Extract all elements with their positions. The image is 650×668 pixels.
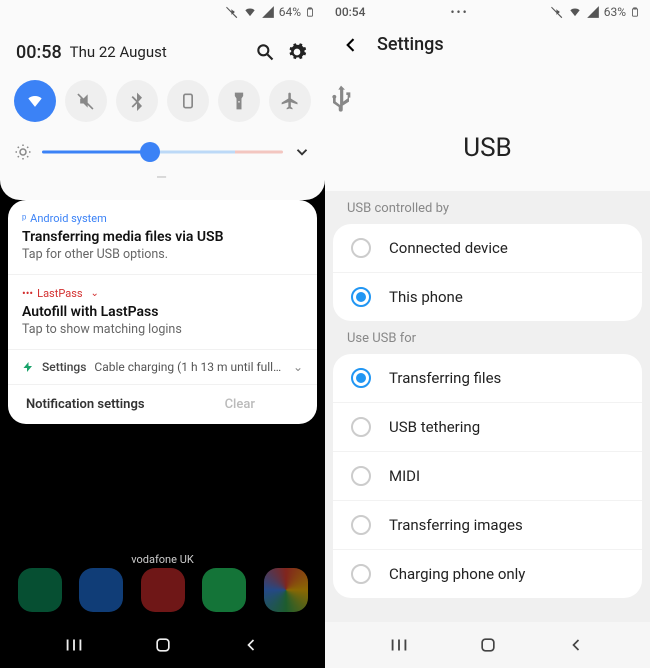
signal-icon <box>586 5 600 19</box>
notification-item[interactable]: ••• LastPass ⌄ Autofill with LastPass Ta… <box>8 275 317 350</box>
page-title: Settings <box>377 34 444 55</box>
carrier-label: vodafone UK <box>0 553 325 566</box>
radio-icon <box>351 417 371 437</box>
dock-app-camera[interactable] <box>141 568 185 612</box>
toggle-flashlight[interactable] <box>218 80 260 122</box>
notification-card: ᵖ Android system Transferring media file… <box>8 200 317 424</box>
mute-icon <box>225 5 239 19</box>
navbar-right <box>325 622 650 668</box>
notif-app-label: ••• LastPass ⌄ <box>22 287 303 300</box>
options-card-controlled-by: Connected device This phone <box>333 224 642 321</box>
option-usb-tethering[interactable]: USB tethering <box>333 403 642 452</box>
phone-right: 00:54 ••• 63% Settings USB USB controlle… <box>325 0 650 668</box>
shade-header: 00:58 Thu 22 August <box>14 32 311 76</box>
toggle-mute[interactable] <box>65 80 107 122</box>
option-this-phone[interactable]: This phone <box>333 273 642 321</box>
radio-icon <box>351 287 371 307</box>
status-time: 00:54 <box>335 5 365 19</box>
clear-button[interactable]: Clear <box>163 385 318 424</box>
bolt-icon <box>22 361 34 373</box>
radio-icon <box>351 466 371 486</box>
radio-icon <box>351 368 371 388</box>
options-card-use-usb-for: Transferring files USB tethering MIDI Tr… <box>333 354 642 598</box>
nav-home[interactable] <box>474 631 502 659</box>
radio-icon <box>351 515 371 535</box>
chevron-down-icon[interactable]: ⌄ <box>293 360 303 374</box>
chevron-down-icon[interactable]: ⌄ <box>91 288 99 299</box>
notification-item[interactable]: ᵖ Android system Transferring media file… <box>8 200 317 275</box>
shade-time: 00:58 <box>16 42 62 63</box>
notification-shade: 00:58 Thu 22 August <box>0 24 325 200</box>
notif-body: Tap for other USB options. <box>22 247 303 262</box>
toggle-rotation-lock[interactable] <box>167 80 209 122</box>
shade-date: Thu 22 August <box>70 43 167 61</box>
phone-left: 64% 00:58 Thu 22 August <box>0 0 325 668</box>
toggle-wifi[interactable] <box>14 80 56 122</box>
toggle-airplane[interactable] <box>269 80 311 122</box>
brightness-icon <box>14 143 32 161</box>
nav-back[interactable] <box>562 631 590 659</box>
usb-label: USB <box>325 133 650 163</box>
search-icon[interactable] <box>253 40 277 64</box>
card-footer: Notification settings Clear <box>8 384 317 424</box>
usb-icon <box>325 83 650 115</box>
notif-body: Cable charging (1 h 13 m until fully c… <box>94 360 285 374</box>
notif-title: Autofill with LastPass <box>22 304 303 320</box>
toggle-bluetooth[interactable] <box>116 80 158 122</box>
radio-icon <box>351 564 371 584</box>
android-icon: ᵖ <box>22 212 26 225</box>
radio-icon <box>351 238 371 258</box>
option-transferring-images[interactable]: Transferring images <box>333 501 642 550</box>
notification-settings-button[interactable]: Notification settings <box>8 385 163 424</box>
lastpass-icon: ••• <box>22 287 33 300</box>
battery-icon <box>630 5 640 19</box>
wifi-icon <box>568 5 582 19</box>
notif-app-label: ᵖ Android system <box>22 212 303 225</box>
app-dock <box>0 568 325 612</box>
battery-percent: 63% <box>604 5 626 19</box>
wifi-icon <box>243 5 257 19</box>
battery-icon <box>305 5 315 19</box>
dock-app-messages[interactable] <box>79 568 123 612</box>
status-dots-icon: ••• <box>451 5 469 19</box>
nav-recents[interactable] <box>385 631 413 659</box>
notif-app-label: Settings <box>42 360 86 374</box>
notification-item-settings[interactable]: Settings Cable charging (1 h 13 m until … <box>8 350 317 384</box>
nav-recents[interactable] <box>60 631 88 659</box>
option-midi[interactable]: MIDI <box>333 452 642 501</box>
notif-body: Tap to show matching logins <box>22 322 303 337</box>
battery-percent: 64% <box>279 5 301 19</box>
navbar-left <box>0 622 325 668</box>
gear-icon[interactable] <box>285 40 309 64</box>
notif-title: Transferring media files via USB <box>22 229 303 245</box>
option-charging-only[interactable]: Charging phone only <box>333 550 642 598</box>
notification-cards: ᵖ Android system Transferring media file… <box>0 200 325 424</box>
option-connected-device[interactable]: Connected device <box>333 224 642 273</box>
dock-app-whatsapp[interactable] <box>202 568 246 612</box>
nav-home[interactable] <box>149 631 177 659</box>
mute-icon <box>550 5 564 19</box>
usb-hero: USB <box>325 65 650 191</box>
back-icon[interactable] <box>341 35 361 55</box>
brightness-slider[interactable] <box>42 140 283 164</box>
brightness-slider-row <box>14 134 311 170</box>
dock-app-phone[interactable] <box>18 568 62 612</box>
chevron-down-icon[interactable] <box>293 143 311 161</box>
status-bar-left: 64% <box>0 0 325 24</box>
section-label: USB controlled by <box>325 191 650 224</box>
quick-toggles <box>14 76 311 134</box>
option-transferring-files[interactable]: Transferring files <box>333 354 642 403</box>
dock-app-chrome[interactable] <box>264 568 308 612</box>
nav-back[interactable] <box>237 631 265 659</box>
section-label: Use USB for <box>325 321 650 354</box>
signal-icon <box>261 5 275 19</box>
shade-handle[interactable]: — <box>14 170 311 190</box>
status-bar-right: 00:54 ••• 63% <box>325 0 650 24</box>
settings-header: Settings <box>325 24 650 65</box>
